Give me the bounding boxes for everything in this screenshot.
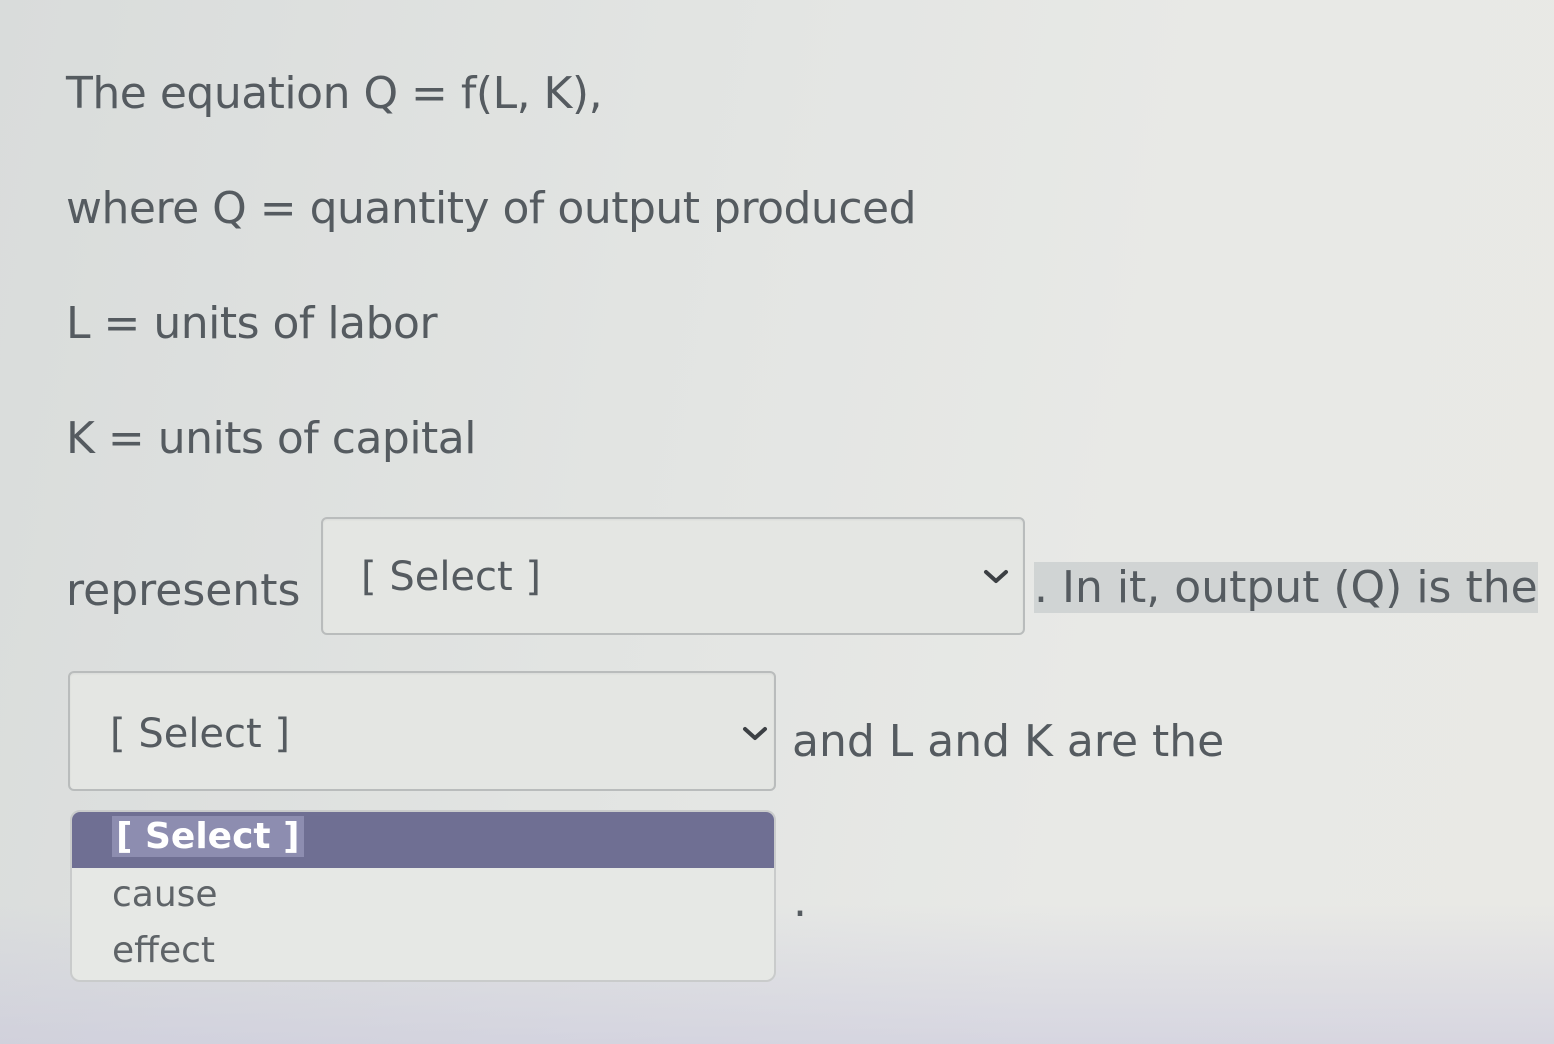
answer-select-2[interactable]: [ Select ] <box>68 671 776 791</box>
chevron-down-icon <box>743 727 767 740</box>
q-definition: where Q = quantity of output produced <box>66 183 917 234</box>
l-definition: L = units of labor <box>66 298 438 349</box>
option-cause[interactable]: cause <box>72 872 774 918</box>
select-1-value: [ Select ] <box>361 554 542 600</box>
answer-select-1[interactable]: [ Select ] <box>321 517 1025 635</box>
represents-label: represents <box>66 565 301 616</box>
k-definition: K = units of capital <box>66 413 477 464</box>
inputs-clause: and L and K are the <box>792 716 1225 767</box>
output-clause-text: . In it, output (Q) is the <box>1034 562 1538 613</box>
option-select-placeholder[interactable]: [ Select ] <box>72 812 774 868</box>
output-clause: . In it, output (Q) is the <box>1034 562 1538 614</box>
equation-line: The equation Q = f(L, K), <box>66 68 603 119</box>
select-2-dropdown-list: [ Select ] cause effect <box>70 810 776 982</box>
trailing-period: . <box>793 876 807 927</box>
option-select-label: [ Select ] <box>112 816 304 857</box>
chevron-down-icon <box>984 570 1008 583</box>
option-effect[interactable]: effect <box>72 928 774 974</box>
select-2-value: [ Select ] <box>110 711 291 757</box>
